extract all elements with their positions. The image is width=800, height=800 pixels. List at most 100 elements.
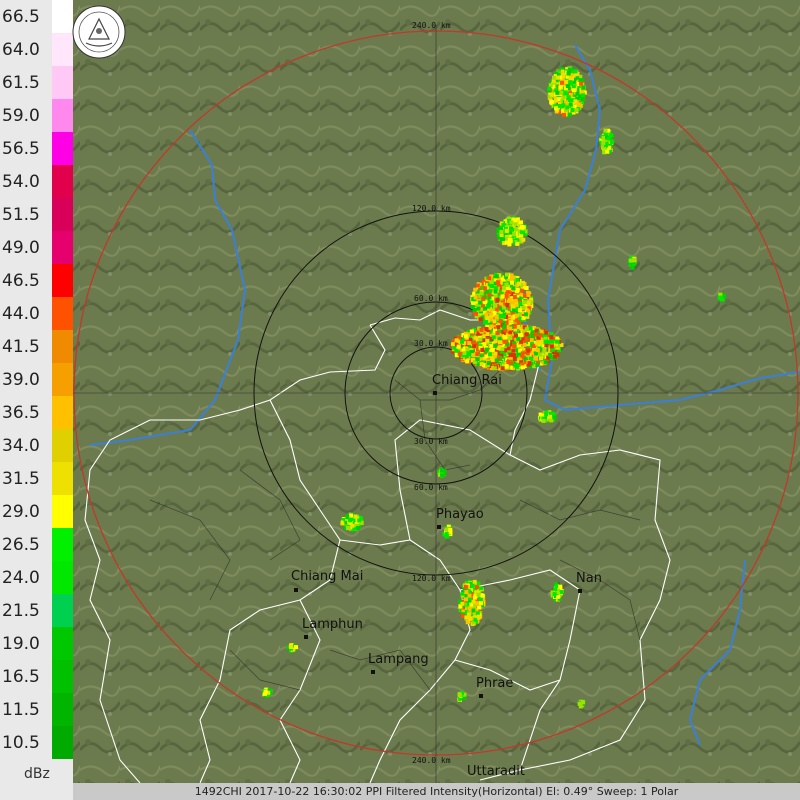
echo-cell [476,615,481,620]
echo-cell [558,85,563,90]
legend-row: 21.5 [0,594,73,627]
echo-cell [456,344,461,349]
echo-cell [473,287,478,292]
echo-cell [535,362,540,367]
echo-cell [579,81,584,86]
echo-cell [340,521,345,526]
echo-cell [294,645,298,650]
echo-cell [444,527,449,532]
city-label-phrae: Phrae [476,676,513,691]
echo-cell [488,300,493,305]
echo-cell [444,532,449,536]
legend-level-label: 16.5 [2,667,40,687]
echo-cell [513,363,518,368]
ring-label-240-bottom: 240.0 km [412,756,451,765]
echo-cell [564,80,569,84]
legend-row: 16.5 [0,660,73,693]
echo-cell [510,227,515,232]
echo-cell [499,230,504,234]
legend-color-swatch [52,462,73,495]
echo-cell [505,272,509,277]
ring-label-30-top: 30.0 km [414,339,448,348]
city-marker-phrae [479,694,483,698]
echo-cell [471,599,476,604]
echo-cell [493,339,498,344]
echo-cell [542,348,547,353]
echo-cell [495,331,500,335]
echo-cell [484,327,489,331]
echo-cell [605,149,610,154]
echo-cell [503,335,508,340]
echo-cell [526,348,531,353]
echo-cell [512,357,517,361]
echo-cell [517,281,522,286]
city-marker-lampang [371,670,375,674]
echo-cell [603,128,608,133]
echo-cell [470,305,475,309]
echo-cell [465,620,470,625]
legend-unit: dBz [24,766,50,782]
echo-cell [529,338,534,343]
echo-cell [478,337,483,342]
echo-cell [483,286,487,291]
legend-level-label: 61.5 [2,73,40,93]
echo-cell [519,220,523,225]
echo-cell [359,516,364,521]
echo-cell [549,100,554,105]
echo-cell [500,366,505,371]
legend-color-swatch [52,396,73,429]
echo-cell [554,106,559,111]
echo-cell [480,593,485,598]
legend-row: 29.0 [0,495,73,528]
radar-map[interactable]: 240.0 km 120.0 km 60.0 km 30.0 km 30.0 k… [73,0,800,783]
echo-cell [485,332,490,336]
ring-label-240-top: 240.0 km [412,21,451,30]
legend-color-swatch [52,627,73,660]
echo-cell [500,294,505,299]
echo-cell [475,352,480,357]
agency-seal [72,5,126,59]
echo-cell [546,339,551,344]
echo-cell [601,140,606,145]
echo-cell [460,339,464,344]
echo-cell [460,601,465,606]
echo-cell [439,468,444,473]
echo-cell [492,303,497,307]
echo-cell [489,280,494,285]
echo-cell [524,337,529,342]
echo-cell [521,306,526,311]
echo-cell [552,75,556,80]
echo-cell [462,351,467,356]
echo-cell [504,240,509,245]
legend-row: 10.5 [0,726,73,759]
echo-cell [482,342,487,347]
echo-cell [549,335,554,340]
echo-cell [500,347,505,352]
legend-color-swatch [52,66,73,99]
city-marker-nan [578,589,582,593]
legend-row: 51.5 [0,198,73,231]
echo-cell [353,514,358,519]
echo-cell [480,348,485,352]
echo-cell [495,297,500,302]
echo-cell [520,365,525,370]
echo-cell [610,140,615,144]
echo-cell [448,529,453,534]
legend-color-swatch [52,429,73,462]
legend-color-swatch [52,594,73,627]
echo-cell [478,317,483,322]
city-label-chiang-rai: Chiang Rai [432,373,502,388]
echo-cell [505,303,510,307]
legend-level-label: 41.5 [2,337,40,357]
echo-cell [524,332,529,337]
city-label-phayao: Phayao [436,507,484,522]
echo-cell [560,80,564,85]
legend-level-label: 64.0 [2,40,40,60]
echo-cell [508,336,513,340]
legend-row: 64.0 [0,33,73,66]
echo-cell [479,362,484,367]
echo-cell [543,360,548,365]
legend-row: 49.0 [0,231,73,264]
echo-cell [493,289,498,294]
echo-cell [463,584,468,589]
